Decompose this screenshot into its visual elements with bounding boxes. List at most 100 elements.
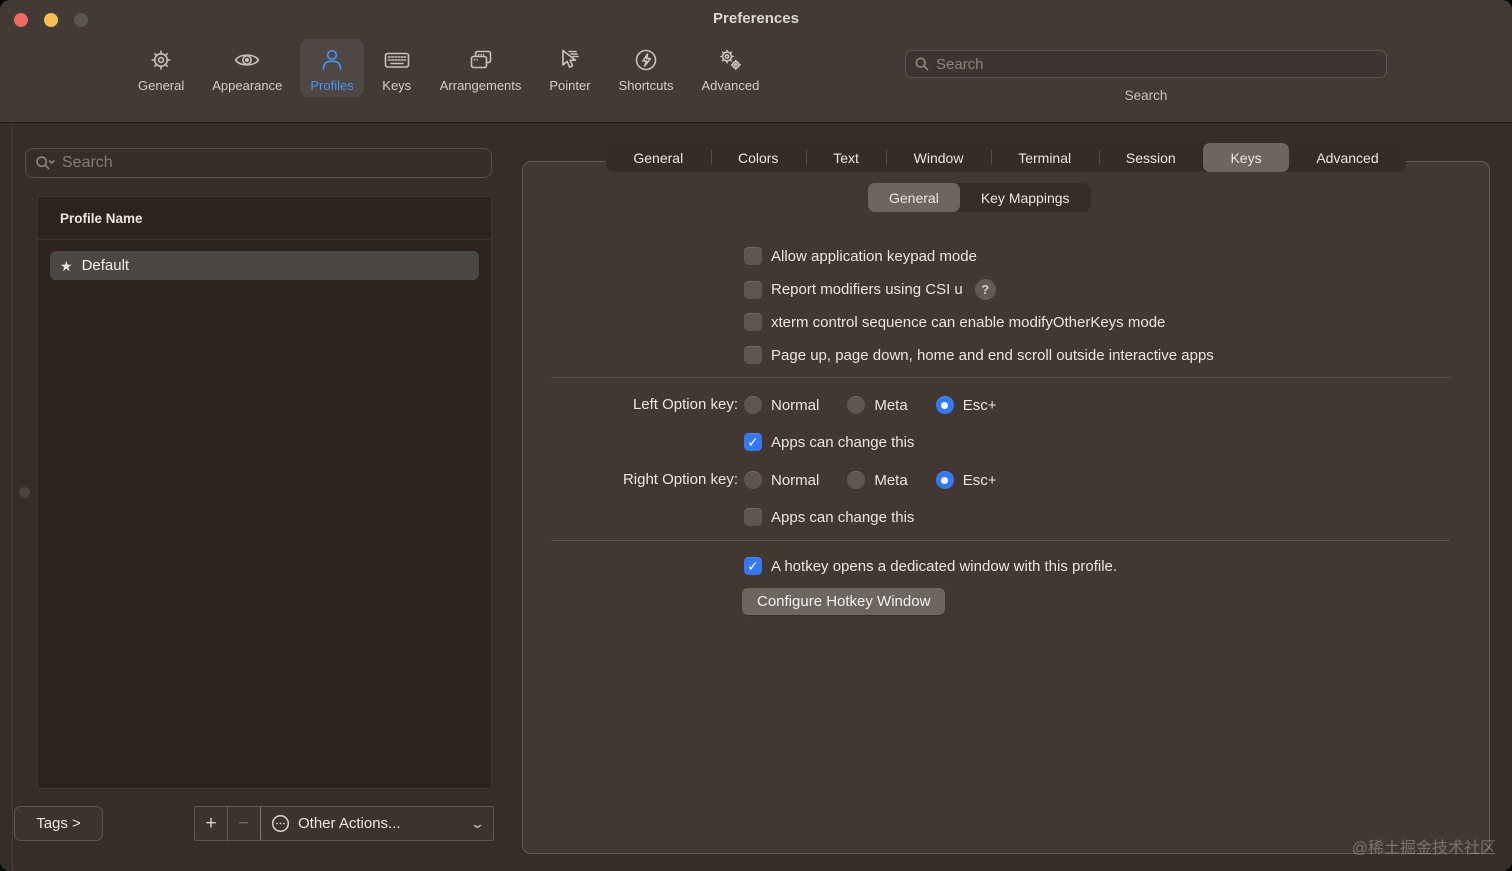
toolbar-search-caption: Search [1124, 88, 1168, 103]
tab-text[interactable]: Text [805, 143, 886, 172]
toolbar-item-label: Appearance [212, 78, 283, 93]
tab-keys[interactable]: Keys [1203, 143, 1289, 172]
gears-icon [715, 45, 745, 75]
person-icon [317, 45, 347, 75]
subtab-general[interactable]: General [868, 183, 960, 212]
lightning-icon [631, 45, 661, 75]
right-option-key-label: Right Option key: [622, 471, 738, 488]
checkbox-label: A hotkey opens a dedicated window with t… [771, 557, 1118, 575]
checkbox-row: ✓ xterm control sequence can enable modi… [744, 313, 1165, 331]
radio-label: Meta [874, 396, 908, 414]
checkbox-row: ✓ Apps can change this [744, 508, 914, 526]
left-option-esc-radio[interactable] [935, 396, 954, 414]
toolbar-item-appearance[interactable]: Appearance [202, 39, 292, 97]
checkbox-row: ✓ Page up, page down, home and end scrol… [744, 346, 1214, 364]
right-option-key-radios: Normal Meta Esc+ [744, 471, 996, 489]
tab-label: Terminal [1018, 149, 1072, 166]
toolbar-search-field[interactable] [905, 50, 1387, 78]
toolbar-item-advanced[interactable]: Advanced [692, 39, 770, 97]
windows-icon [466, 45, 496, 75]
profile-row-default[interactable]: ★ Default [50, 251, 479, 280]
radio-label: Normal [771, 396, 820, 414]
checkbox-label: Apps can change this [771, 433, 915, 451]
toolbar-item-profiles[interactable]: Profiles [300, 39, 364, 97]
scoped-search-icon [36, 155, 55, 169]
split-divider[interactable] [12, 124, 13, 871]
csi-u-checkbox[interactable]: ✓ [744, 280, 762, 299]
search-input[interactable] [936, 55, 1378, 73]
modify-other-keys-checkbox[interactable]: ✓ [744, 313, 762, 331]
toolbar-item-pointer[interactable]: Pointer [539, 39, 600, 97]
right-option-meta-radio[interactable] [847, 471, 866, 489]
search-icon [915, 57, 929, 71]
left-option-normal-radio[interactable] [744, 396, 762, 414]
checkbox-row: ✓ Allow application keypad mode [744, 247, 977, 265]
right-option-esc-radio[interactable] [935, 471, 954, 489]
cursor-icon [555, 45, 585, 75]
toolbar-item-arrangements[interactable]: Arrangements [430, 39, 532, 97]
other-actions-label: Other Actions... [298, 815, 401, 832]
keyboard-icon [382, 45, 412, 75]
hotkey-window-checkbox[interactable]: ✓ [744, 557, 762, 575]
preferences-window: Preferences General Appearance Profiles [0, 0, 1512, 871]
left-apps-can-change-checkbox[interactable]: ✓ [744, 433, 762, 451]
configure-hotkey-window-button[interactable]: Configure Hotkey Window [742, 588, 946, 615]
checkmark-icon: ✓ [747, 558, 759, 574]
tab-general[interactable]: General [606, 143, 711, 172]
toolbar-item-label: Shortcuts [618, 78, 674, 93]
eye-icon [232, 45, 262, 75]
checkbox-label: Apps can change this [771, 508, 915, 526]
other-actions-dropdown[interactable]: Other Actions... ⌄ [260, 806, 494, 841]
gear-icon [146, 45, 176, 75]
tab-label: General [633, 149, 684, 166]
tab-colors[interactable]: Colors [710, 143, 806, 172]
toolbar-item-keys[interactable]: Keys [372, 39, 422, 97]
radio-label: Normal [771, 471, 820, 489]
profile-list-header: Profile Name [38, 197, 491, 240]
chevron-down-icon: ⌄ [469, 815, 486, 831]
tab-label: Advanced [1316, 149, 1379, 166]
checkbox-label: Report modifiers using CSI u [771, 281, 963, 298]
tab-advanced[interactable]: Advanced [1289, 143, 1406, 172]
watermark: @稀土掘金技术社区 [1351, 840, 1496, 857]
settings-panel [522, 161, 1490, 854]
tags-button[interactable]: Tags > [14, 806, 103, 841]
tab-window[interactable]: Window [886, 143, 991, 172]
tab-label: Colors [737, 149, 779, 166]
tab-terminal[interactable]: Terminal [990, 143, 1099, 172]
left-option-key-radios: Normal Meta Esc+ [744, 396, 996, 414]
keypad-mode-checkbox[interactable]: ✓ [744, 247, 762, 265]
left-option-meta-radio[interactable] [847, 396, 866, 414]
add-profile-button[interactable]: + [194, 806, 228, 841]
checkmark-icon: ✓ [747, 434, 759, 450]
checkbox-label: Allow application keypad mode [771, 247, 977, 265]
profile-name: Default [81, 257, 130, 274]
subtab-label: General [889, 189, 939, 206]
toolbar-item-shortcuts[interactable]: Shortcuts [609, 39, 684, 97]
tab-session[interactable]: Session [1098, 143, 1204, 172]
ellipsis-circle-icon [271, 814, 290, 833]
profile-tabbar: General Colors Text Window Terminal Sess… [606, 143, 1406, 172]
page-scroll-checkbox[interactable]: ✓ [744, 346, 762, 364]
checkbox-label: Page up, page down, home and end scroll … [771, 346, 1214, 364]
remove-profile-button[interactable]: − [227, 806, 261, 841]
right-option-normal-radio[interactable] [744, 471, 762, 489]
tab-label: Keys [1230, 149, 1262, 166]
toolbar-item-label: General [138, 78, 185, 93]
radio-label: Esc+ [962, 471, 997, 489]
tab-label: Text [833, 149, 859, 166]
checkbox-row: ✓ Apps can change this [744, 433, 914, 451]
profile-search-field[interactable] [25, 148, 492, 178]
checkbox-row: ✓ Report modifiers using CSI u ? [744, 279, 996, 300]
help-icon[interactable]: ? [974, 279, 996, 300]
right-apps-can-change-checkbox[interactable]: ✓ [744, 508, 762, 526]
checkbox-label: xterm control sequence can enable modify… [771, 313, 1166, 331]
checkbox-row: ✓ A hotkey opens a dedicated window with… [744, 557, 1117, 575]
toolbar-item-label: Keys [382, 78, 412, 93]
split-divider-handle[interactable] [19, 487, 30, 498]
subtab-key-mappings[interactable]: Key Mappings [960, 183, 1091, 212]
toolbar-item-general[interactable]: General [128, 39, 194, 97]
profile-search-input[interactable] [62, 154, 482, 172]
toolbar-item-label: Advanced [701, 78, 760, 93]
tab-label: Window [913, 149, 964, 166]
